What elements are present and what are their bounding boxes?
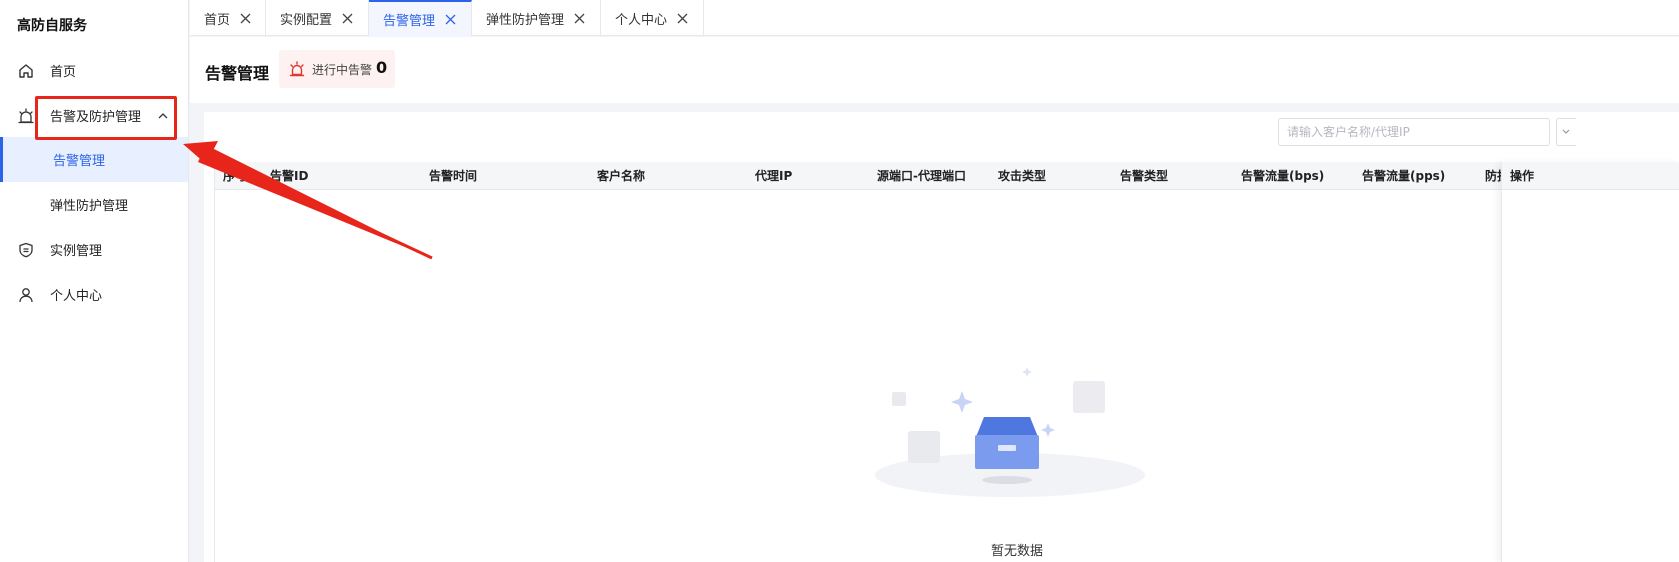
column-header-attack-type[interactable]: 攻击类型 [998,162,1046,190]
home-icon [17,62,35,80]
tab-personal-center[interactable]: 个人中心 [601,0,704,36]
sidebar-item-label: 实例管理 [50,244,103,259]
close-icon[interactable] [240,13,251,24]
column-header-customer-name[interactable]: 客户名称 [597,162,645,190]
filter-dropdown-button[interactable] [1556,118,1576,146]
brand-title: 高防自服务 [17,18,87,34]
tab-label: 弹性防护管理 [486,12,565,28]
empty-state-text: 暂无数据 [990,544,1043,559]
close-icon[interactable] [574,13,585,24]
sidebar-item-label: 告警管理 [53,154,106,169]
tab-label: 实例配置 [280,12,333,28]
tab-instance-config[interactable]: 实例配置 [266,0,369,36]
sidebar-item-label: 弹性防护管理 [50,199,129,214]
sidebar: 高防自服务 首页 告警及防护管理 告警管理 弹性防护管理 实例管理 个人中心 [0,0,189,562]
active-alert-badge: 进行中告警 0 [279,50,395,88]
fixed-action-column: 操作 [1501,162,1679,562]
empty-box-illustration [875,367,1145,497]
column-header-proxy-ip[interactable]: 代理IP [755,162,792,190]
alarm-icon [17,107,35,125]
alarm-table: 序号 告警ID 告警时间 客户名称 代理IP 源端口-代理端口 攻击类型 告警类… [214,162,1679,562]
column-header-alarm-time[interactable]: 告警时间 [429,162,477,190]
column-header-alarm-pps[interactable]: 告警流量(pps) [1362,162,1445,190]
column-header-actions: 操作 [1510,169,1535,183]
close-icon[interactable] [342,13,353,24]
shield-icon [17,241,35,259]
sidebar-item-elastic-protection[interactable]: 弹性防护管理 [0,182,188,227]
tab-bar: 首页 实例配置 告警管理 弹性防护管理 个人中心 [190,0,1679,36]
column-header-protection[interactable]: 防护 [1485,162,1501,190]
sidebar-item-label: 告警及防护管理 [50,110,142,125]
chevron-up-icon [156,109,170,123]
tab-elastic-protection[interactable]: 弹性防护管理 [472,0,601,36]
close-icon[interactable] [445,14,456,25]
tab-alarm-management[interactable]: 告警管理 [369,0,472,36]
tab-home[interactable]: 首页 [190,0,266,36]
user-icon [17,286,35,304]
sidebar-item-instance-management[interactable]: 实例管理 [0,227,188,272]
sidebar-item-personal-center[interactable]: 个人中心 [0,272,188,317]
sidebar-item-alarm-management[interactable]: 告警管理 [0,137,188,182]
content-panel: 序号 告警ID 告警时间 客户名称 代理IP 源端口-代理端口 攻击类型 告警类… [204,112,1679,562]
active-alert-label: 进行中告警 [312,63,373,77]
sidebar-item-label: 个人中心 [50,289,103,304]
sidebar-item-label: 首页 [50,65,77,80]
column-header-port-mapping[interactable]: 源端口-代理端口 [877,162,966,190]
column-header-alarm-type[interactable]: 告警类型 [1120,162,1168,190]
page-title: 告警管理 [205,64,270,83]
sidebar-item-home[interactable]: 首页 [0,48,188,93]
table-header: 序号 告警ID 告警时间 客户名称 代理IP 源端口-代理端口 攻击类型 告警类… [215,162,1679,190]
alarm-icon [288,60,306,78]
close-icon[interactable] [677,13,688,24]
tab-label: 首页 [204,12,231,28]
search-input[interactable] [1278,118,1550,146]
sidebar-item-alarm-protection[interactable]: 告警及防护管理 [0,93,188,138]
column-header-alarm-bps[interactable]: 告警流量(bps) [1241,162,1324,190]
column-header-alarm-id[interactable]: 告警ID [270,162,308,190]
tab-label: 个人中心 [615,12,668,28]
column-header-index[interactable]: 序号 [223,162,247,190]
page-header: 告警管理 进行中告警 0 [190,37,1679,103]
active-alert-count: 0 [376,58,388,77]
tab-label: 告警管理 [383,13,436,29]
